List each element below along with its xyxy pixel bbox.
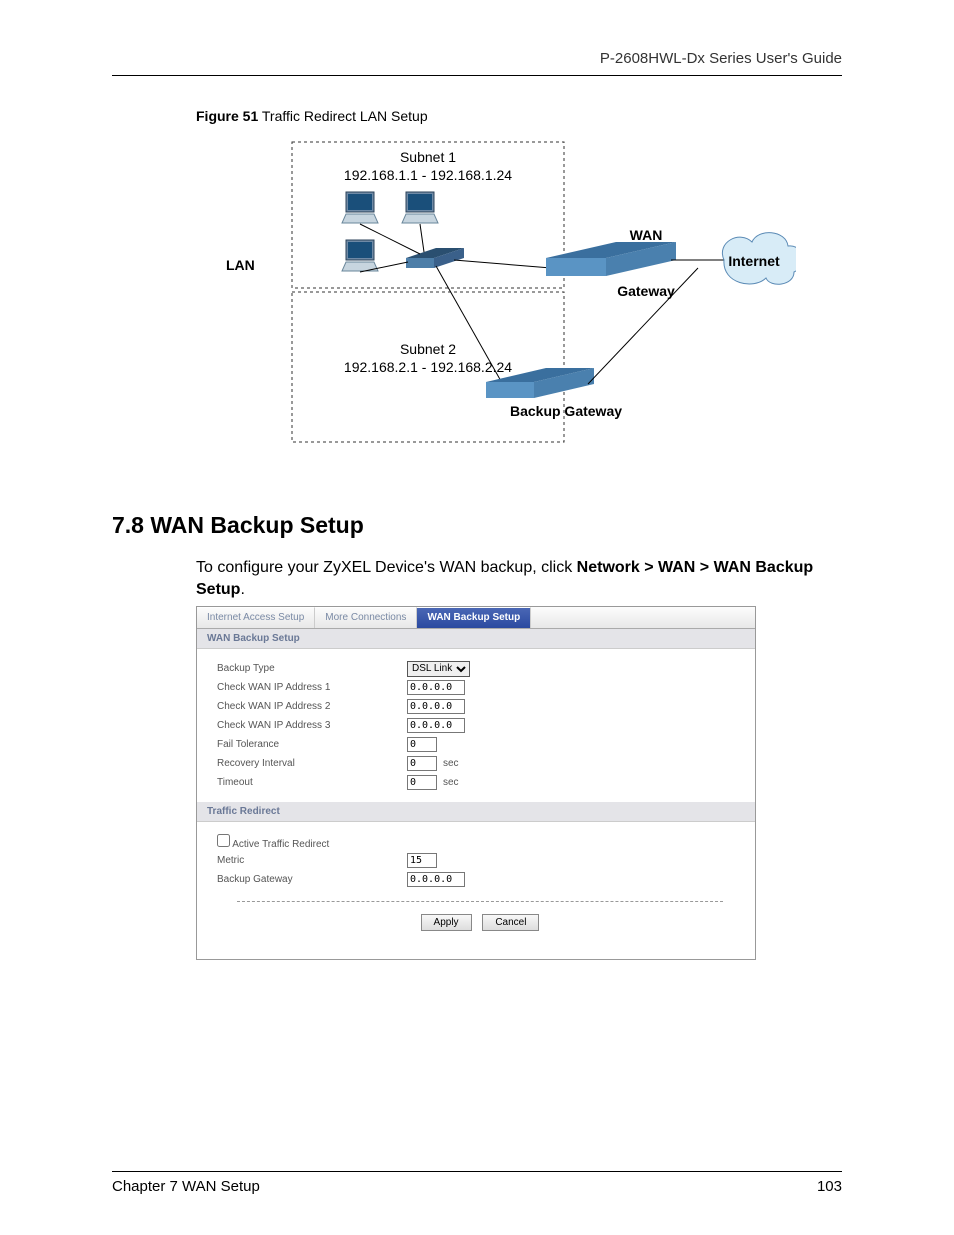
footer-page-number: 103 [817,1178,842,1195]
subnet2-title: Subnet 2 [400,341,456,357]
network-diagram: Subnet 1 192.168.1.1 - 192.168.1.24 Subn… [196,132,796,452]
input-recovery-interval[interactable] [407,756,437,771]
header-divider [112,75,842,76]
page-footer: Chapter 7 WAN Setup 103 [112,1171,842,1195]
label-recovery-interval: Recovery Interval [217,758,407,769]
label-backup-gateway: Backup Gateway [217,874,407,885]
pc-icon [342,240,378,271]
suffix-sec-1: sec [443,758,459,769]
cancel-button[interactable]: Cancel [482,914,539,931]
figure-title: Traffic Redirect LAN Setup [258,108,427,124]
section-heading: 7.8 WAN Backup Setup [112,512,842,539]
pc-icon [342,192,378,223]
config-screenshot: Internet Access Setup More Connections W… [196,606,756,960]
select-backup-type[interactable]: DSL Link [407,661,470,677]
subnet1-range: 192.168.1.1 - 192.168.1.24 [344,167,512,183]
section-body: To configure your ZyXEL Device's WAN bac… [196,557,842,600]
suffix-sec-2: sec [443,777,459,788]
body-text-post: . [240,581,244,598]
label-fail-tolerance: Fail Tolerance [217,739,407,750]
panel-header-wan-backup: WAN Backup Setup [197,629,755,649]
figure-number: Figure 51 [196,108,258,124]
checkbox-active-traffic-redirect[interactable] [217,834,230,847]
input-check-ip-2[interactable] [407,699,465,714]
input-fail-tolerance[interactable] [407,737,437,752]
footer-chapter: Chapter 7 WAN Setup [112,1178,260,1195]
gateway-icon [546,242,676,276]
body-text-pre: To configure your ZyXEL Device's WAN bac… [196,559,577,576]
label-active-traffic-redirect: Active Traffic Redirect [232,839,329,850]
panel-body-traffic-redirect: Active Traffic Redirect Metric Backup Ga… [197,822,755,959]
input-timeout[interactable] [407,775,437,790]
label-backup-type: Backup Type [217,663,407,674]
apply-button[interactable]: Apply [421,914,472,931]
pc-icon [402,192,438,223]
label-check-ip-2: Check WAN IP Address 2 [217,701,407,712]
input-check-ip-1[interactable] [407,680,465,695]
tab-wan-backup[interactable]: WAN Backup Setup [417,607,531,628]
button-row: Apply Cancel [237,901,723,949]
panel-body-wan-backup: Backup Type DSL Link Check WAN IP Addres… [197,649,755,802]
label-check-ip-3: Check WAN IP Address 3 [217,720,407,731]
figure-caption: Figure 51 Traffic Redirect LAN Setup [196,108,842,124]
subnet1-title: Subnet 1 [400,149,456,165]
panel-header-traffic-redirect: Traffic Redirect [197,802,755,822]
label-timeout: Timeout [217,777,407,788]
backup-gateway-label: Backup Gateway [510,403,622,419]
label-check-ip-1: Check WAN IP Address 1 [217,682,407,693]
page-header-right: P-2608HWL-Dx Series User's Guide [112,50,842,75]
subnet2-range: 192.168.2.1 - 192.168.2.24 [344,359,512,375]
input-check-ip-3[interactable] [407,718,465,733]
input-backup-gateway[interactable] [407,872,465,887]
tab-more-connections[interactable]: More Connections [315,607,417,628]
gateway-label: Gateway [617,283,675,299]
tab-bar: Internet Access Setup More Connections W… [197,607,755,629]
input-metric[interactable] [407,853,437,868]
lan-label: LAN [226,257,255,273]
internet-label: Internet [728,253,780,269]
tab-internet-access[interactable]: Internet Access Setup [197,607,315,628]
label-metric: Metric [217,855,407,866]
wan-label: WAN [630,227,663,243]
